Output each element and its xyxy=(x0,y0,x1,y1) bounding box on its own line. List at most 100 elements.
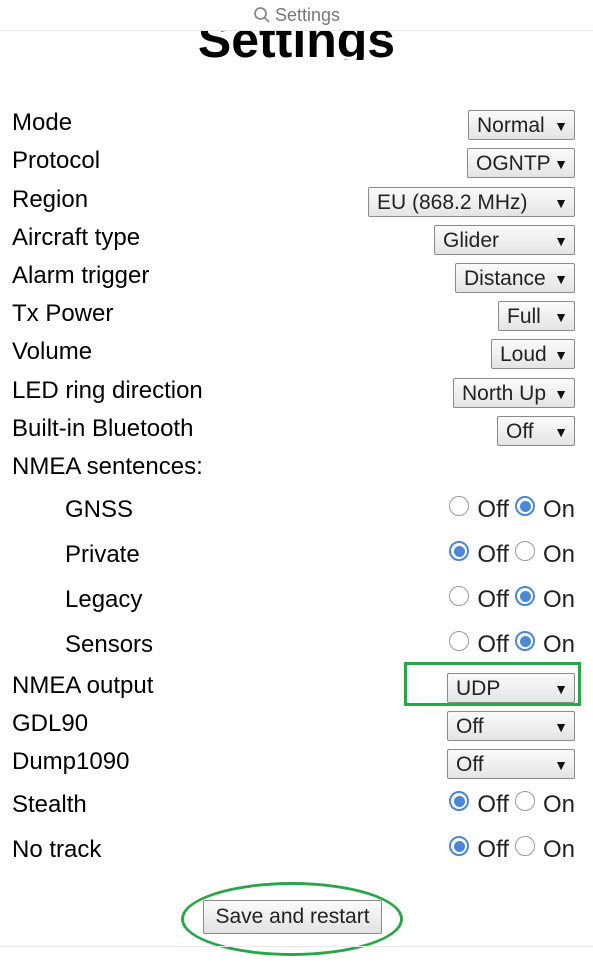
led-ring-direction-select[interactable]: North Up ▼ xyxy=(453,378,575,408)
select-value: Off xyxy=(506,420,534,443)
radio-button[interactable] xyxy=(514,586,535,606)
no-track-row: No track Off On xyxy=(12,830,575,870)
legacy-radio-group: Off On xyxy=(449,580,575,620)
aircraft-type-select[interactable]: Glider ▼ xyxy=(434,225,575,255)
gnss-radio-group: Off On xyxy=(449,490,575,530)
private-radio-group: Off On xyxy=(449,535,575,575)
setting-region-row: Region EU (868.2 MHz) ▼ xyxy=(12,183,575,217)
setting-bluetooth-row: Built-in Bluetooth Off ▼ xyxy=(12,412,575,446)
radio-button[interactable] xyxy=(449,586,470,606)
no-track-off-option[interactable]: Off xyxy=(449,836,509,864)
radio-button[interactable] xyxy=(449,836,470,856)
setting-label: Alarm trigger xyxy=(12,262,150,289)
setting-tx-power-row: Tx Power Full ▼ xyxy=(12,297,575,331)
setting-label: Volume xyxy=(12,338,93,365)
stealth-radio-group: Off On xyxy=(449,785,575,825)
dropdown-arrow-icon: ▼ xyxy=(554,347,568,363)
select-value: Normal xyxy=(477,114,545,137)
legacy-off-option[interactable]: Off xyxy=(449,586,509,614)
alarm-trigger-select[interactable]: Distance ▼ xyxy=(455,263,575,293)
legacy-on-option[interactable]: On xyxy=(514,586,575,614)
dump1090-row: Dump1090 Off ▼ xyxy=(12,745,575,779)
dropdown-arrow-icon: ▼ xyxy=(554,719,568,735)
setting-volume-row: Volume Loud ▼ xyxy=(12,335,575,369)
radio-button[interactable] xyxy=(449,631,470,651)
radio-button[interactable] xyxy=(514,541,535,561)
gdl90-select[interactable]: Off ▼ xyxy=(447,711,575,741)
gnss-on-option[interactable]: On xyxy=(514,496,575,524)
radio-button[interactable] xyxy=(514,496,535,516)
radio-label: On xyxy=(542,791,575,818)
browser-search[interactable]: Settings xyxy=(253,5,340,26)
dropdown-arrow-icon: ▼ xyxy=(554,424,568,440)
setting-label: Dump1090 xyxy=(12,748,130,775)
radio-button[interactable] xyxy=(449,791,470,811)
radio-label: Off xyxy=(477,791,509,818)
tx-power-select[interactable]: Full ▼ xyxy=(498,301,575,331)
select-value: Distance xyxy=(464,267,546,290)
stealth-row: Stealth Off On xyxy=(12,785,575,825)
radio-label: On xyxy=(542,586,575,613)
setting-aircraft-type-row: Aircraft type Glider ▼ xyxy=(12,221,575,255)
sensors-radio-group: Off On xyxy=(449,625,575,665)
stealth-off-option[interactable]: Off xyxy=(449,791,509,819)
dropdown-arrow-icon: ▼ xyxy=(554,118,568,134)
radio-button[interactable] xyxy=(514,791,535,811)
sensors-off-option[interactable]: Off xyxy=(449,631,509,659)
select-value: North Up xyxy=(462,382,547,405)
protocol-select[interactable]: OGNTP ▼ xyxy=(467,148,575,178)
setting-label: No track xyxy=(12,836,102,863)
private-off-option[interactable]: Off xyxy=(449,541,509,569)
search-icon xyxy=(253,6,271,24)
browser-search-text: Settings xyxy=(274,4,341,25)
volume-select[interactable]: Loud ▼ xyxy=(491,339,575,369)
radio-label: Off xyxy=(477,836,509,863)
nmea-output-highlight xyxy=(404,662,581,706)
dropdown-arrow-icon: ▼ xyxy=(554,271,568,287)
setting-led-ring-row: LED ring direction North Up ▼ xyxy=(12,374,575,408)
setting-alarm-trigger-row: Alarm trigger Distance ▼ xyxy=(12,259,575,293)
gnss-off-option[interactable]: Off xyxy=(449,496,509,524)
setting-label: Protocol xyxy=(12,147,101,174)
setting-label: GDL90 xyxy=(12,710,89,737)
radio-button[interactable] xyxy=(514,836,535,856)
radio-button[interactable] xyxy=(449,541,470,561)
dropdown-arrow-icon: ▼ xyxy=(554,156,568,172)
select-value: Glider xyxy=(443,229,500,252)
select-value: Full xyxy=(507,305,541,328)
radio-label: On xyxy=(542,496,575,523)
radio-button[interactable] xyxy=(449,496,470,516)
radio-label: Off xyxy=(477,541,509,568)
select-value: Off xyxy=(456,715,484,738)
private-on-option[interactable]: On xyxy=(514,541,575,569)
dropdown-arrow-icon: ▼ xyxy=(554,757,568,773)
dump1090-select[interactable]: Off ▼ xyxy=(447,749,575,779)
dropdown-arrow-icon: ▼ xyxy=(554,233,568,249)
nmea-item-label: Sensors xyxy=(65,631,154,658)
select-value: Off xyxy=(456,753,484,776)
setting-mode-row: Mode Normal ▼ xyxy=(12,106,575,140)
radio-label: On xyxy=(542,631,575,658)
setting-label: Region xyxy=(12,186,89,213)
radio-button[interactable] xyxy=(514,631,535,651)
setting-protocol-row: Protocol OGNTP ▼ xyxy=(12,144,575,178)
select-value: EU (868.2 MHz) xyxy=(377,191,528,214)
radio-label: Off xyxy=(477,631,509,658)
select-value: Loud xyxy=(500,343,547,366)
nmea-sentences-label: NMEA sentences: xyxy=(12,453,203,480)
nmea-item-label: GNSS xyxy=(65,496,134,523)
stealth-on-option[interactable]: On xyxy=(514,791,575,819)
sensors-on-option[interactable]: On xyxy=(514,631,575,659)
radio-label: Off xyxy=(477,496,509,523)
radio-label: Off xyxy=(477,586,509,613)
no-track-on-option[interactable]: On xyxy=(514,836,575,864)
mode-select[interactable]: Normal ▼ xyxy=(468,110,575,140)
bluetooth-select[interactable]: Off ▼ xyxy=(497,416,575,446)
browser-address-bar[interactable]: Settings xyxy=(0,0,593,31)
setting-label: Tx Power xyxy=(12,300,114,327)
dropdown-arrow-icon: ▼ xyxy=(554,386,568,402)
nmea-sentences-heading-row: NMEA sentences: xyxy=(12,450,575,484)
radio-label: On xyxy=(542,836,575,863)
region-select[interactable]: EU (868.2 MHz) ▼ xyxy=(368,187,575,217)
save-button-highlight xyxy=(181,882,403,956)
